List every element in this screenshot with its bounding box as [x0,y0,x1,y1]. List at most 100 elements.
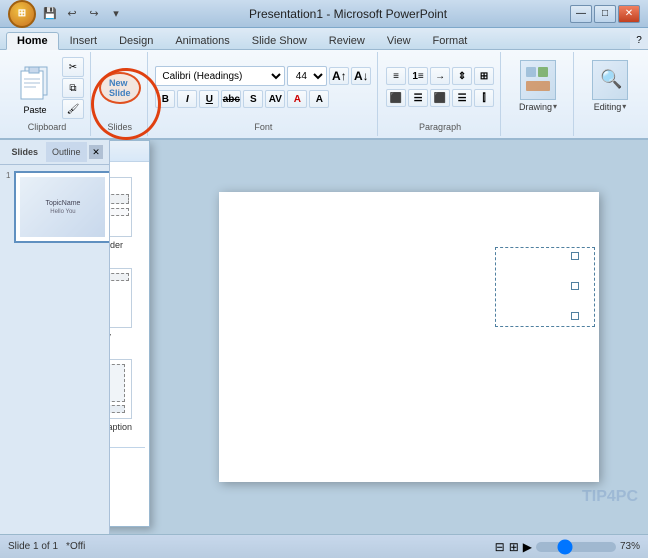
tab-animations[interactable]: Animations [164,32,240,49]
slide-thumb-image-1: TopicName Hello You [20,177,105,237]
selection-box [495,247,595,327]
font-size-select[interactable]: 44 [287,66,327,86]
new-slide-button[interactable]: NewSlide [99,72,141,104]
highlight-btn[interactable]: A [309,90,329,108]
slide-panel-close-btn[interactable]: ✕ [89,145,103,159]
slide-thumbnail-1[interactable]: TopicName Hello You [14,171,109,243]
char-spacing-btn[interactable]: AV [265,90,285,108]
tab-design[interactable]: Design [108,32,164,49]
layout-title-only[interactable]: Title Only [110,263,139,346]
ribbon-tabs: Home Insert Design Animations Slide Show… [0,28,648,50]
minimize-btn[interactable]: — [570,5,592,23]
close-btn[interactable]: ✕ [618,5,640,23]
increase-indent-btn[interactable]: → [430,67,450,85]
slide-thumbnail-area: 1 TopicName Hello You [0,165,109,534]
clipboard-content: Paste ✂ ⧉ 🖌 [10,54,84,122]
clipboard-small-btns: ✂ ⧉ 🖌 [62,57,84,119]
copy-btn[interactable]: ⧉ [62,78,84,98]
tab-view[interactable]: View [376,32,422,49]
numbering-btn[interactable]: 1≡ [408,67,428,85]
font-color-btn[interactable]: A [287,90,307,108]
align-left-btn[interactable]: ⬛ [386,89,406,107]
italic-btn[interactable]: I [177,90,197,108]
quick-access-toolbar: 💾 ↩ ↪ ▾ [40,5,126,23]
slides-from-outline-item[interactable]: ≡ Slides from Outline... [110,474,149,500]
status-bar: Slide 1 of 1 *Offi ⊟ ⊞ ▶ 73% [0,534,648,558]
underline-btn[interactable]: U [199,90,219,108]
duplicate-slides-item[interactable]: ⧉ Duplicate Selected Slides [110,448,149,474]
dropdown-header: Office Theme [110,141,149,162]
layout-name-2: Section Header [110,240,123,250]
align-right-btn[interactable]: ⬛ [430,89,450,107]
format-painter-btn[interactable]: 🖌 [62,99,84,119]
view-slideshow-btn[interactable]: ▶ [523,540,532,554]
maximize-btn[interactable]: □ [594,5,616,23]
slide-panel-tabs: Slides Outline [4,142,87,162]
slides-content: NewSlide [99,54,141,122]
cut-btn[interactable]: ✂ [62,57,84,77]
drawing-group: Drawing ▾ [503,52,574,136]
ribbon: Paste ✂ ⧉ 🖌 Clipboard NewSlide Slides [0,50,648,140]
tab-review[interactable]: Review [318,32,376,49]
paste-icon [17,61,53,105]
view-slide-sorter-btn[interactable]: ⊞ [509,540,519,554]
drawing-icon [520,60,556,100]
paragraph-label: Paragraph [419,122,461,134]
bold-btn[interactable]: B [155,90,175,108]
decrease-font-btn[interactable]: A↓ [351,67,371,85]
layout-sh-sub [110,208,129,216]
title-bar-left: ⊞ 💾 ↩ ↪ ▾ [8,0,126,28]
convert-smartart-btn[interactable]: ⊞ [474,67,494,85]
svg-text:🔍: 🔍 [600,67,622,89]
theme-indicator[interactable]: *Offi [66,541,85,552]
drawing-arrow: ▾ [553,102,557,111]
editing-arrow: ▾ [622,102,626,111]
layout-name-5: Title Only [110,331,111,341]
main-area: Slides Outline ✕ 1 TopicName Hello You O… [0,140,648,534]
layout-picture-caption[interactable]: ⊞ Picture with Caption [110,354,139,437]
drawing-label: Drawing [519,102,552,112]
tab-outline[interactable]: Outline [46,142,88,162]
layout-grid: Title Slide [110,162,149,447]
bullets-btn[interactable]: ≡ [386,67,406,85]
increase-font-btn[interactable]: A↑ [329,67,349,85]
editing-label-row: Editing ▾ [594,100,627,112]
tab-insert[interactable]: Insert [59,32,109,49]
tab-format[interactable]: Format [422,32,479,49]
strikethrough-btn[interactable]: abc [221,90,241,108]
layout-section-header[interactable]: Section Header [110,172,139,255]
editing-label: Editing [594,102,622,112]
font-label: Font [254,122,272,134]
justify-btn[interactable]: ☰ [452,89,472,107]
editing-button[interactable]: 🔍 Editing ▾ [584,56,636,116]
slide-thumb-sub-1: Hello You [50,209,75,215]
tab-slideshow[interactable]: Slide Show [241,32,318,49]
drawing-label-row: Drawing ▾ [519,100,557,112]
layout-pc-img: ⊞ [110,364,125,402]
redo-btn[interactable]: ↪ [84,5,104,23]
text-direction-btn[interactable]: ⇕ [452,67,472,85]
new-slide-dropdown: Office Theme Title Slide [110,140,150,527]
paste-button[interactable]: Paste [10,56,60,120]
save-quick-btn[interactable]: 💾 [40,5,60,23]
zoom-slider[interactable] [536,542,616,552]
undo-btn[interactable]: ↩ [62,5,82,23]
font-family-select[interactable]: Calibri (Headings) [155,66,285,86]
reuse-slides-item[interactable]: ↻ Reuse Slides... [110,500,149,526]
customize-quick-btn[interactable]: ▾ [106,5,126,23]
shadow-btn[interactable]: S [243,90,263,108]
view-normal-btn[interactable]: ⊟ [495,540,505,554]
columns-btn[interactable]: ⫿ [474,89,494,107]
font-row-2: B I U abc S AV A A [155,90,371,108]
slide-count: Slide 1 of 1 [8,541,58,552]
tab-slides[interactable]: Slides [4,142,46,162]
drawing-button[interactable]: Drawing ▾ [511,56,565,116]
office-button[interactable]: ⊞ [8,0,36,28]
slide-canvas[interactable] [219,192,599,482]
layout-pc-title [110,405,125,413]
canvas-area: Office Theme Title Slide [110,140,648,534]
align-center-btn[interactable]: ☰ [408,89,428,107]
tab-home[interactable]: Home [6,32,59,50]
help-icon[interactable]: ? [630,31,648,49]
slides-label: Slides [108,122,133,134]
